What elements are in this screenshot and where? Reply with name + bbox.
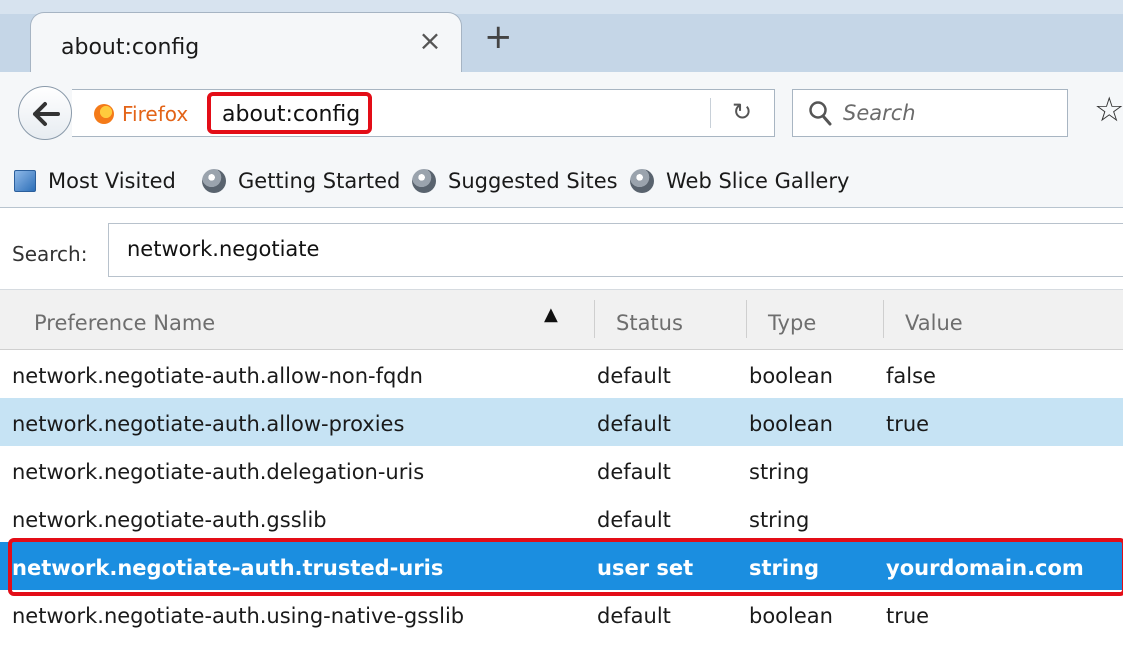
- column-header-status[interactable]: Status: [616, 311, 683, 335]
- column-header-type[interactable]: Type: [768, 311, 816, 335]
- config-search-value: network.negotiate: [127, 237, 320, 261]
- search-bar[interactable]: Search: [792, 89, 1068, 137]
- preference-name: network.negotiate-auth.gsslib: [12, 508, 327, 532]
- preference-value: true: [886, 412, 930, 436]
- preference-status: user set: [597, 556, 694, 580]
- bookmark-web-slice-gallery[interactable]: Web Slice Gallery: [630, 167, 849, 195]
- divider: [710, 98, 711, 128]
- sort-ascending-icon: ▲: [544, 304, 558, 325]
- table-row[interactable]: network.negotiate-auth.allow-proxies def…: [0, 398, 1123, 446]
- preference-name: network.negotiate-auth.delegation-uris: [12, 460, 425, 484]
- bookmark-star-icon[interactable]: ☆: [1094, 90, 1123, 130]
- identity-label: Firefox: [122, 102, 189, 126]
- column-header-value[interactable]: Value: [905, 311, 963, 335]
- url-highlight-box: about:config: [207, 92, 372, 134]
- url-text[interactable]: about:config: [222, 102, 360, 127]
- preference-value: false: [886, 364, 936, 388]
- reload-icon[interactable]: ↻: [732, 98, 752, 126]
- bookmark-label: Most Visited: [48, 169, 176, 193]
- preference-value: true: [886, 604, 930, 628]
- most-visited-icon: [14, 170, 36, 192]
- bookmark-label: Web Slice Gallery: [666, 169, 850, 193]
- column-divider[interactable]: [883, 300, 884, 338]
- site-identity[interactable]: Firefox: [94, 100, 188, 128]
- back-button[interactable]: [18, 86, 72, 140]
- bookmark-label: Getting Started: [238, 169, 401, 193]
- preference-status: default: [597, 508, 671, 532]
- config-search-label: Search:: [12, 242, 88, 266]
- close-icon[interactable]: ×: [417, 27, 443, 55]
- preference-name: network.negotiate-auth.allow-non-fqdn: [12, 364, 423, 388]
- bookmark-most-visited[interactable]: Most Visited: [14, 167, 176, 195]
- preference-name: network.negotiate-auth.using-native-gssl…: [12, 604, 465, 628]
- column-header-name[interactable]: Preference Name: [34, 311, 215, 335]
- navigation-bar: Firefox about:config ↻ Search ☆: [0, 72, 1123, 150]
- search-placeholder: Search: [843, 101, 916, 125]
- bookmarks-toolbar: Most Visited Getting Started Suggested S…: [0, 150, 1123, 208]
- preference-type: string: [749, 508, 810, 532]
- preferences-table: network.negotiate-auth.allow-non-fqdn de…: [0, 350, 1123, 638]
- firefox-icon: [94, 104, 114, 124]
- preference-value: yourdomain.com: [886, 556, 1084, 580]
- bookmark-getting-started[interactable]: Getting Started: [202, 167, 400, 195]
- column-divider[interactable]: [746, 300, 747, 338]
- preference-name: network.negotiate-auth.allow-proxies: [12, 412, 405, 436]
- back-arrow-icon: [33, 102, 60, 126]
- preference-type: string: [749, 460, 810, 484]
- preference-status: default: [597, 364, 671, 388]
- globe-icon: [202, 169, 226, 193]
- tab-title: about:config: [61, 35, 200, 60]
- table-row[interactable]: network.negotiate-auth.delegation-uris d…: [0, 446, 1123, 494]
- preference-type: string: [749, 556, 820, 580]
- table-row[interactable]: network.negotiate-auth.allow-non-fqdn de…: [0, 350, 1123, 398]
- preference-name: network.negotiate-auth.trusted-uris: [12, 556, 444, 580]
- config-search-row: Search: network.negotiate: [0, 208, 1123, 290]
- preference-type: boolean: [749, 604, 833, 628]
- table-row[interactable]: network.negotiate-auth.using-native-gssl…: [0, 590, 1123, 638]
- table-row-selected[interactable]: network.negotiate-auth.trusted-uris user…: [0, 542, 1123, 590]
- globe-icon: [630, 169, 654, 193]
- preference-status: default: [597, 460, 671, 484]
- new-tab-icon[interactable]: +: [484, 20, 513, 54]
- search-icon: [809, 101, 832, 126]
- preference-type: boolean: [749, 412, 833, 436]
- column-header-row: Preference Name ▲ Status Type Value: [0, 290, 1123, 350]
- tab-strip: about:config × +: [0, 0, 1123, 74]
- preference-status: default: [597, 412, 671, 436]
- globe-icon: [412, 169, 436, 193]
- url-bar[interactable]: Firefox about:config ↻: [72, 89, 775, 137]
- column-divider[interactable]: [594, 300, 595, 338]
- config-search-input[interactable]: network.negotiate: [108, 223, 1123, 277]
- bookmark-suggested-sites[interactable]: Suggested Sites: [412, 167, 618, 195]
- tab-about-config[interactable]: about:config ×: [30, 12, 462, 74]
- preference-type: boolean: [749, 364, 833, 388]
- preference-status: default: [597, 604, 671, 628]
- bookmark-label: Suggested Sites: [448, 169, 618, 193]
- table-row[interactable]: network.negotiate-auth.gsslib default st…: [0, 494, 1123, 542]
